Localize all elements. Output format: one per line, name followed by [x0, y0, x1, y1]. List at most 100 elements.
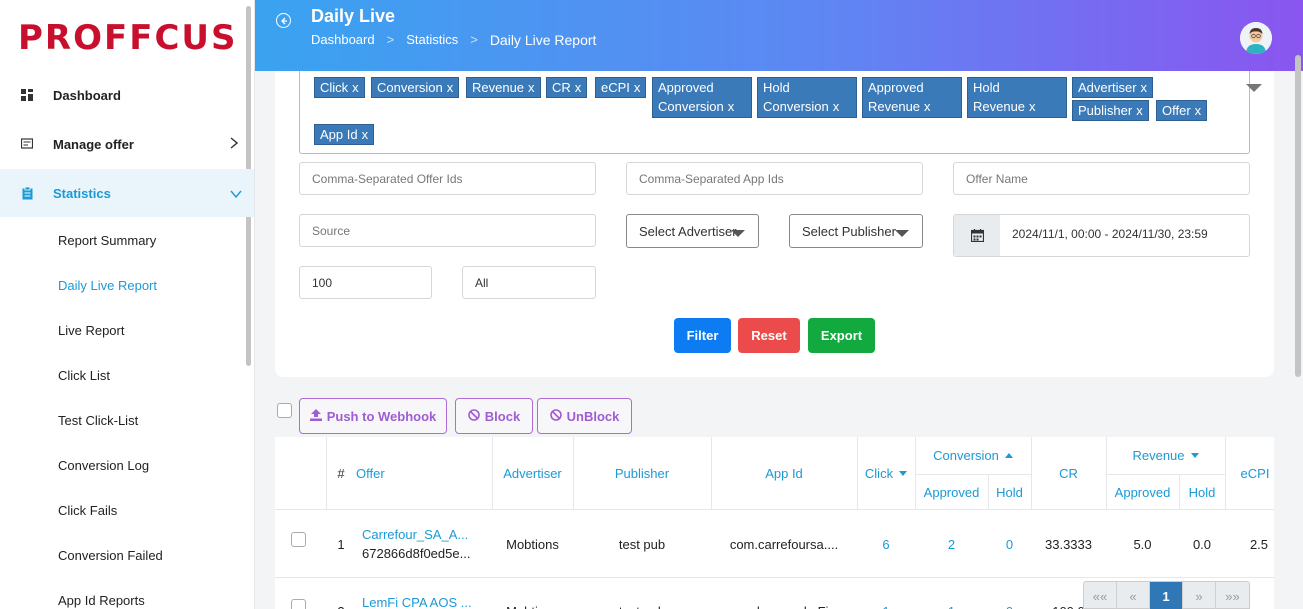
page-first-button[interactable]: ««	[1084, 582, 1117, 609]
sidebar-sub-click-list[interactable]: Click List	[58, 368, 110, 383]
sidebar-sub-test-click-list[interactable]: Test Click-List	[58, 413, 138, 428]
tag-remove-icon[interactable]: x	[352, 80, 359, 95]
col-header-offer[interactable]: Offer	[356, 463, 385, 483]
offer-ids-input[interactable]: Comma-Separated Offer Ids	[299, 162, 596, 195]
column-tag[interactable]: CR x	[546, 77, 588, 98]
main-scrollbar[interactable]	[1295, 55, 1301, 377]
avatar[interactable]	[1240, 22, 1272, 54]
tag-remove-icon[interactable]: x	[1141, 80, 1148, 95]
col-header-advertiser[interactable]: Advertiser	[492, 463, 573, 483]
calendar-icon[interactable]	[954, 215, 1000, 256]
sidebar-sub-daily-live-report[interactable]: Daily Live Report	[58, 278, 157, 293]
row-checkbox[interactable]	[291, 599, 306, 609]
tag-remove-icon[interactable]: x	[362, 127, 369, 142]
column-tag[interactable]: Approved Conversion x	[652, 77, 752, 118]
sidebar-item-dashboard[interactable]: Dashboard	[0, 71, 254, 119]
col-header-conv-approved[interactable]: Approved	[915, 482, 988, 502]
cell-conv-approved[interactable]: 1	[915, 601, 988, 609]
col-header-rev-hold[interactable]: Hold	[1179, 482, 1225, 502]
sidebar-item-manage-offer[interactable]: Manage offer	[0, 120, 254, 168]
row-checkbox[interactable]	[291, 532, 306, 547]
row-num: 1	[337, 536, 345, 552]
page-current-button[interactable]: 1	[1150, 582, 1183, 609]
column-tag[interactable]: Offer x	[1156, 100, 1208, 121]
tag-remove-icon[interactable]: x	[924, 99, 931, 114]
sort-desc-icon	[1190, 452, 1199, 458]
reset-button[interactable]: Reset	[738, 318, 800, 353]
col-header-ecpi[interactable]: eCPI	[1225, 463, 1274, 483]
tag-remove-icon[interactable]: x	[728, 99, 735, 114]
column-tag[interactable]: App Id x	[314, 124, 375, 145]
tag-remove-icon[interactable]: x	[1195, 103, 1202, 118]
sidebar-sub-conversion-failed[interactable]: Conversion Failed	[58, 548, 163, 563]
block-button[interactable]: Block	[455, 398, 533, 434]
col-header-conversion[interactable]: Conversion	[915, 445, 1031, 465]
date-range-value: 2024/11/1, 00:00 - 2024/11/30, 23:59	[1012, 227, 1208, 241]
column-tag[interactable]: Conversion x	[371, 77, 460, 98]
cell-advertiser: Mobtions	[492, 601, 573, 609]
col-header-revenue[interactable]: Revenue	[1106, 445, 1225, 465]
export-button[interactable]: Export	[808, 318, 875, 353]
breadcrumb-statistics[interactable]: Statistics	[406, 32, 458, 48]
sidebar-item-label: Manage offer	[53, 136, 134, 152]
page-last-button[interactable]: »»	[1216, 582, 1249, 609]
tag-remove-icon[interactable]: x	[528, 80, 535, 95]
column-tag[interactable]: Hold Revenue x	[967, 77, 1067, 118]
cell-click[interactable]: 6	[857, 534, 915, 554]
filter-button[interactable]: Filter	[674, 318, 731, 353]
column-tag[interactable]: eCPI x	[595, 77, 647, 98]
limit-input[interactable]: 100	[299, 266, 432, 299]
col-header-rev-approved[interactable]: Approved	[1106, 482, 1179, 502]
col-header-click[interactable]: Click	[857, 463, 915, 483]
tag-remove-icon[interactable]: x	[447, 80, 454, 95]
back-icon[interactable]	[276, 13, 291, 28]
column-tag[interactable]: Advertiser x	[1072, 77, 1154, 98]
app-ids-input[interactable]: Comma-Separated App Ids	[626, 162, 923, 195]
column-tag[interactable]: Hold Conversion x	[757, 77, 857, 118]
tag-remove-icon[interactable]: x	[1136, 103, 1143, 118]
col-header-cr[interactable]: CR	[1031, 463, 1106, 483]
breadcrumb-dashboard[interactable]: Dashboard	[311, 32, 375, 48]
col-header-publisher[interactable]: Publisher	[573, 463, 711, 483]
cell-app-id: com.lemonade.Fi...	[711, 601, 857, 609]
select-all-checkbox[interactable]	[277, 403, 292, 418]
offer-name-input[interactable]: Offer Name	[953, 162, 1250, 195]
tag-remove-icon[interactable]: x	[634, 80, 641, 95]
cell-conv-hold[interactable]: 0	[988, 534, 1031, 554]
tag-remove-icon[interactable]: x	[1029, 99, 1036, 114]
tag-remove-icon[interactable]: x	[833, 99, 840, 114]
column-tag[interactable]: Approved Revenue x	[862, 77, 962, 118]
grid-icon	[20, 88, 34, 102]
tag-remove-icon[interactable]: x	[575, 80, 582, 95]
col-header-app-id[interactable]: App Id	[711, 463, 857, 483]
advertiser-select[interactable]: Select Advertiser	[626, 214, 759, 248]
clipboard-icon	[20, 186, 34, 200]
page-next-button[interactable]: »	[1183, 582, 1216, 609]
sidebar-sub-conversion-log[interactable]: Conversion Log	[58, 458, 149, 473]
source-input[interactable]: Source	[299, 214, 596, 247]
breadcrumb: Dashboard > Statistics > Daily Live Repo…	[311, 32, 596, 48]
cell-conv-approved[interactable]: 2	[915, 534, 988, 554]
columns-multiselect[interactable]: Click x Conversion x Revenue x CR x eCPI x Ap…	[299, 71, 1262, 154]
column-tag[interactable]: Click x	[314, 77, 365, 98]
offer-link[interactable]: Carrefour_SA_A...	[362, 524, 468, 544]
sidebar-sub-live-report[interactable]: Live Report	[58, 323, 124, 338]
push-to-webhook-button[interactable]: Push to Webhook	[299, 398, 447, 434]
column-tag[interactable]: Publisher x	[1072, 100, 1149, 121]
cell-click[interactable]: 1	[857, 601, 915, 609]
publisher-select[interactable]: Select Publisher	[789, 214, 923, 248]
column-tag[interactable]: Revenue x	[466, 77, 541, 98]
dropdown-caret-icon[interactable]	[1246, 84, 1262, 92]
sidebar-sub-report-summary[interactable]: Report Summary	[58, 233, 156, 248]
sidebar-sub-app-id-reports[interactable]: App Id Reports	[58, 593, 145, 608]
col-header-conv-hold[interactable]: Hold	[988, 482, 1031, 502]
cell-conv-hold[interactable]: 0	[988, 601, 1031, 609]
date-range-picker[interactable]: 2024/11/1, 00:00 - 2024/11/30, 23:59	[953, 214, 1250, 257]
sidebar-item-statistics[interactable]: Statistics	[0, 169, 254, 217]
sidebar-sub-click-fails[interactable]: Click Fails	[58, 503, 117, 518]
unblock-button[interactable]: UnBlock	[537, 398, 632, 434]
offer-link[interactable]: LemFi CPA AOS ...	[362, 592, 472, 609]
scope-input[interactable]: All	[462, 266, 596, 299]
page-prev-button[interactable]: «	[1117, 582, 1150, 609]
caret-down-icon	[895, 230, 909, 237]
